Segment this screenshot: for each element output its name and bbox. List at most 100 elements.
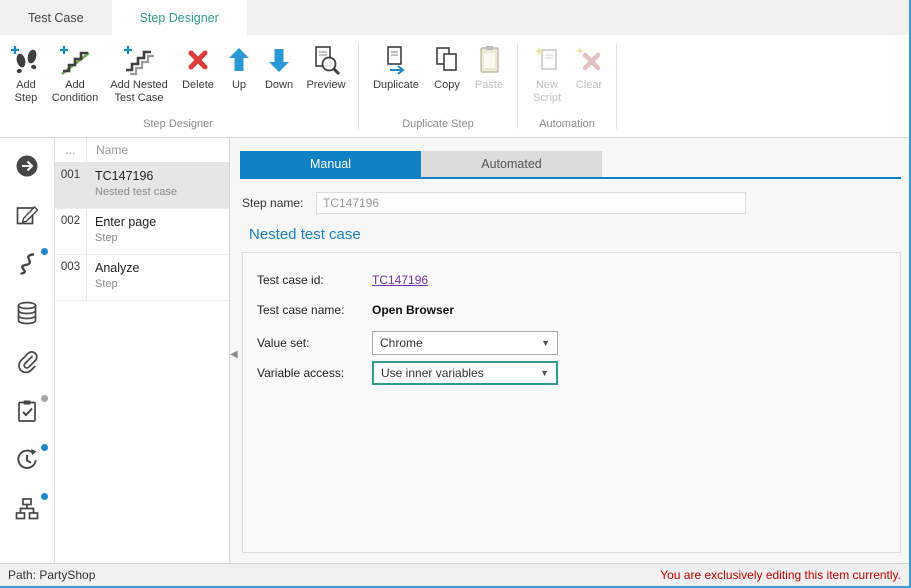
step-name-input[interactable] [316,192,746,214]
step-number: 002 [55,209,87,254]
value-set-selected: Chrome [380,336,423,350]
paste-icon [473,44,505,76]
up-button[interactable]: Up [221,42,257,94]
step-list-column-order[interactable]: ... [55,138,87,162]
sidebar-item-edit[interactable] [12,201,42,231]
new-script-label: New Script [526,79,568,105]
checklist-icon [14,398,40,427]
tab-automated[interactable]: Automated [421,151,602,177]
sidebar-item-data[interactable] [12,299,42,329]
add-condition-button[interactable]: Add Condition [47,42,103,107]
new-script-button: New Script [525,42,569,107]
field-variable-access: Variable access: Use inner variables ▼ [257,360,900,385]
ribbon-separator [616,44,617,129]
field-test-case-name: Test case name: Open Browser [257,297,900,322]
add-step-label: Add Step [6,79,46,105]
ribbon-group-label-automation: Automation [520,114,614,137]
value-set-dropdown[interactable]: Chrome ▼ [372,331,558,355]
add-condition-label: Add Condition [48,79,102,105]
variable-access-dropdown[interactable]: Use inner variables ▼ [372,361,558,385]
step-number: 003 [55,255,87,300]
sidebar-item-attachments[interactable] [12,348,42,378]
collapse-panel-arrow-icon[interactable]: ◀ [230,350,238,360]
left-navigation-strip [0,138,55,563]
step-row-003[interactable]: 003 Analyze Step [55,255,229,301]
chevron-down-icon: ▼ [541,338,550,348]
chevron-down-icon: ▼ [540,368,549,378]
down-button[interactable]: Down [257,42,301,94]
ribbon-group-duplicate-step: Duplicate Copy [361,42,515,137]
add-nested-test-case-button[interactable]: Add Nested Test Case [103,42,175,107]
tab-test-case[interactable]: Test Case [0,0,112,35]
sidebar-item-navigate[interactable] [12,152,42,182]
test-case-name-value: Open Browser [372,303,454,317]
paste-button: Paste [468,42,510,94]
attachment-icon [14,349,40,378]
copy-label: Copy [434,79,460,92]
notification-dot [41,444,48,451]
sidebar-item-history[interactable] [12,446,42,476]
step-name: Analyze [95,261,139,275]
clear-label: Clear [576,79,602,92]
value-set-label: Value set: [257,336,372,350]
add-step-icon [10,44,42,76]
edit-icon [14,202,40,231]
ribbon-separator [517,44,518,129]
add-step-button[interactable]: Add Step [5,42,47,107]
status-editing-message: You are exclusively editing this item cu… [660,568,901,582]
new-script-icon [531,44,563,76]
status-path: Path: PartyShop [8,568,95,582]
test-case-name-label: Test case name: [257,303,372,317]
test-case-id-label: Test case id: [257,273,372,287]
step-row-001[interactable]: 001 TC147196 Nested test case [55,163,229,209]
down-arrow-icon [263,44,295,76]
add-nested-test-case-icon [123,44,155,76]
clear-button: Clear [569,42,609,94]
preview-button[interactable]: Preview [301,42,351,94]
add-nested-test-case-label: Add Nested Test Case [104,79,174,105]
step-type: Step [95,278,139,290]
step-row-002[interactable]: 002 Enter page Step [55,209,229,255]
database-icon [14,300,40,329]
sidebar-item-steps[interactable] [12,250,42,280]
sidebar-item-hierarchy[interactable] [12,495,42,525]
nested-test-case-fields: Test case id: TC147196 Test case name: O… [242,252,901,553]
preview-icon [310,44,342,76]
delete-icon [182,44,214,76]
step-name-label: Step name: [242,196,316,210]
up-arrow-icon [223,44,255,76]
variable-access-selected: Use inner variables [381,366,484,380]
duplicate-button[interactable]: Duplicate [366,42,426,94]
step-type: Nested test case [95,186,177,198]
detail-tab-strip: Manual Automated [240,151,901,179]
duplicate-icon [380,44,412,76]
copy-button[interactable]: Copy [426,42,468,94]
status-bar: Path: PartyShop You are exclusively edit… [0,563,909,586]
step-list-column-name[interactable]: Name [87,143,128,157]
preview-label: Preview [306,79,345,92]
test-case-id-link[interactable]: TC147196 [372,273,428,287]
step-list-header: ... Name [55,138,229,163]
section-title: Nested test case [249,226,901,243]
field-test-case-id: Test case id: TC147196 [257,267,900,292]
notification-dot [41,395,48,402]
delete-button[interactable]: Delete [175,42,221,94]
step-type: Step [95,232,156,244]
steps-icon [14,251,40,280]
step-name: Enter page [95,215,156,229]
ribbon-group-automation: New Script Clear Automation [520,42,614,137]
notification-dot [41,248,48,255]
hierarchy-icon [14,496,40,525]
down-label: Down [265,79,293,92]
tab-step-designer[interactable]: Step Designer [112,0,247,35]
variable-access-label: Variable access: [257,366,372,380]
up-label: Up [232,79,246,92]
main-area: ... Name 001 TC147196 Nested test case 0… [0,138,909,563]
tab-manual[interactable]: Manual [240,151,421,177]
step-number: 001 [55,163,87,208]
copy-icon [431,44,463,76]
delete-label: Delete [182,79,214,92]
paste-label: Paste [475,79,503,92]
sidebar-item-checklist[interactable] [12,397,42,427]
ribbon-separator [358,44,359,129]
